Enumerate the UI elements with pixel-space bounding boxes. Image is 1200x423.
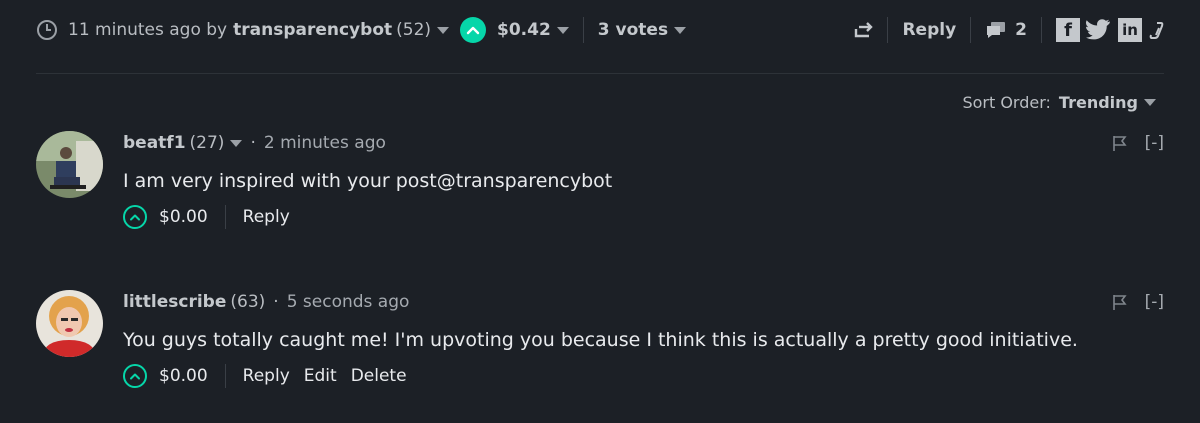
reblog-icon[interactable] — [853, 19, 875, 41]
post-reply-button[interactable]: Reply — [902, 20, 956, 40]
sort-order-value[interactable]: Trending — [1059, 93, 1138, 112]
comment-time[interactable]: 5 seconds ago — [287, 292, 410, 312]
comment-actions: $0.00 Reply — [123, 204, 1164, 230]
post-actions: Reply 2 f in — [853, 12, 1164, 48]
flag-icon[interactable] — [1111, 134, 1129, 152]
linkedin-icon[interactable]: in — [1118, 18, 1142, 42]
comment-payout[interactable]: $0.00 — [159, 207, 208, 227]
flag-icon[interactable] — [1111, 293, 1129, 311]
divider — [224, 364, 226, 388]
divider — [224, 205, 226, 229]
sort-order-selector[interactable]: Sort Order: Trending — [962, 90, 1156, 114]
comment-tools: [-] — [1111, 131, 1164, 155]
link-icon[interactable] — [1148, 19, 1164, 41]
comment-payout[interactable]: $0.00 — [159, 366, 208, 386]
clock-icon — [37, 20, 57, 40]
chevron-up-icon — [130, 373, 140, 380]
post-author-reputation: (52) — [396, 20, 432, 40]
avatar[interactable] — [36, 131, 103, 198]
divider — [582, 17, 584, 43]
reply-button[interactable]: Reply — [243, 366, 290, 386]
comment-author-reputation: (63) — [230, 292, 266, 312]
post-payout[interactable]: $0.42 — [497, 20, 551, 40]
separator-dot: · — [273, 292, 279, 312]
comment-text: I am very inspired with your post@transp… — [123, 170, 613, 192]
post-footer: 11 minutes ago by transparencybot (52) $… — [36, 12, 1164, 48]
avatar[interactable] — [36, 290, 103, 357]
post-meta: 11 minutes ago by transparencybot (52) — [36, 12, 450, 48]
comment-author-reputation: (27) — [189, 133, 225, 153]
facebook-icon[interactable]: f — [1056, 18, 1080, 42]
upvote-button[interactable] — [460, 17, 486, 43]
chevron-up-icon — [466, 26, 480, 35]
sort-dropdown-icon[interactable] — [1144, 98, 1156, 106]
author-dropdown-icon[interactable] — [437, 26, 450, 34]
comment: beatf1 (27) · 2 minutes ago [-] I am ver… — [36, 131, 1164, 231]
comment: littlescribe (63) · 5 seconds ago [-] Yo… — [36, 290, 1164, 390]
comment-header: littlescribe (63) · 5 seconds ago — [123, 290, 1164, 314]
post-vote-area: $0.42 3 votes — [460, 12, 687, 48]
payout-dropdown-icon[interactable] — [556, 26, 569, 34]
author-dropdown-icon[interactable] — [230, 139, 243, 147]
comment-header: beatf1 (27) · 2 minutes ago — [123, 131, 1164, 155]
divider — [887, 17, 889, 43]
sort-order-label: Sort Order: — [962, 92, 1051, 112]
upvote-button[interactable] — [123, 205, 147, 229]
post-author-link[interactable]: transparencybot — [233, 20, 392, 40]
comment-actions: $0.00 Reply Edit Delete — [123, 363, 1164, 389]
upvote-button[interactable] — [123, 364, 147, 388]
comments-icon[interactable] — [985, 20, 1007, 40]
comment-body: littlescribe (63) · 5 seconds ago [-] Yo… — [123, 290, 1164, 389]
votes-count[interactable]: 3 votes — [598, 20, 668, 40]
comment-text: You guys totally caught me! I'm upvoting… — [123, 329, 1078, 351]
comment-author[interactable]: beatf1 — [123, 133, 186, 153]
divider — [1041, 17, 1042, 43]
comment-time[interactable]: 2 minutes ago — [264, 133, 386, 153]
post-time: 11 minutes ago by — [68, 20, 228, 40]
comment-tools: [-] — [1111, 290, 1164, 314]
share-links: f in — [1056, 18, 1164, 42]
comments-count[interactable]: 2 — [1015, 20, 1027, 40]
comment-author[interactable]: littlescribe — [123, 292, 226, 312]
collapse-button[interactable]: [-] — [1145, 292, 1164, 312]
chevron-up-icon — [130, 214, 140, 221]
reply-button[interactable]: Reply — [243, 207, 290, 227]
section-divider — [36, 73, 1164, 74]
edit-button[interactable]: Edit — [304, 366, 337, 386]
comment-body: beatf1 (27) · 2 minutes ago [-] I am ver… — [123, 131, 1164, 230]
twitter-icon[interactable] — [1086, 19, 1112, 41]
delete-button[interactable]: Delete — [351, 366, 407, 386]
divider — [970, 17, 972, 43]
collapse-button[interactable]: [-] — [1145, 133, 1164, 153]
votes-dropdown-icon[interactable] — [674, 26, 687, 34]
separator-dot: · — [250, 133, 256, 153]
